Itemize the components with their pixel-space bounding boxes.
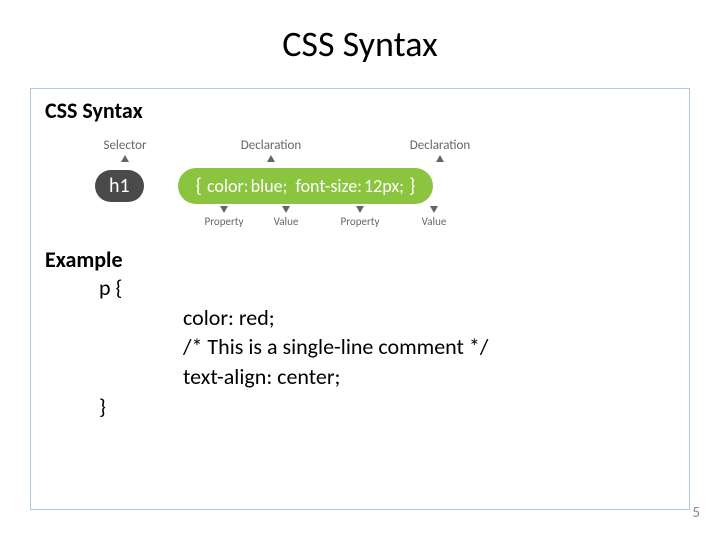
code-line: /* This is a single-line comment */	[183, 332, 675, 362]
example-heading: Example	[45, 246, 675, 273]
arrow-up-icon	[220, 206, 228, 213]
label-property-2: Property	[315, 215, 405, 228]
prop2: font-size:	[294, 175, 363, 197]
section-heading: CSS Syntax	[45, 97, 675, 124]
selector-pill: h1	[95, 170, 144, 202]
arrow-up-icon	[282, 206, 290, 213]
brace-open: {	[192, 174, 206, 198]
val1: blue;	[250, 175, 289, 197]
code-line: p {	[99, 273, 675, 303]
prop1: color:	[206, 175, 250, 197]
code-line: text-align: center;	[183, 362, 675, 392]
arrow-up-icon	[356, 206, 364, 213]
arrow-down-icon	[267, 155, 275, 162]
code-line: }	[99, 392, 675, 422]
syntax-diagram: Selector Declaration Declaration h1 { co…	[95, 138, 675, 228]
brace-close: }	[405, 174, 419, 198]
code-example: p { color: red; /* This is a single-line…	[45, 273, 675, 421]
label-value-2: Value	[405, 215, 463, 228]
content-box: CSS Syntax Selector Declaration Declarat…	[30, 88, 690, 510]
arrow-up-icon	[430, 206, 438, 213]
val2: 12px;	[363, 175, 405, 197]
label-declaration-2: Declaration	[355, 138, 525, 153]
code-line: color: red;	[183, 303, 675, 333]
label-declaration-1: Declaration	[191, 138, 351, 153]
arrow-down-icon	[121, 155, 129, 162]
label-selector: Selector	[95, 138, 155, 153]
arrow-down-icon	[436, 155, 444, 162]
declaration-pill: { color: blue; font-size: 12px; }	[178, 168, 434, 204]
slide-title: CSS Syntax	[0, 0, 720, 66]
label-value-1: Value	[257, 215, 315, 228]
label-property-1: Property	[191, 215, 257, 228]
page-number: 5	[692, 504, 700, 522]
